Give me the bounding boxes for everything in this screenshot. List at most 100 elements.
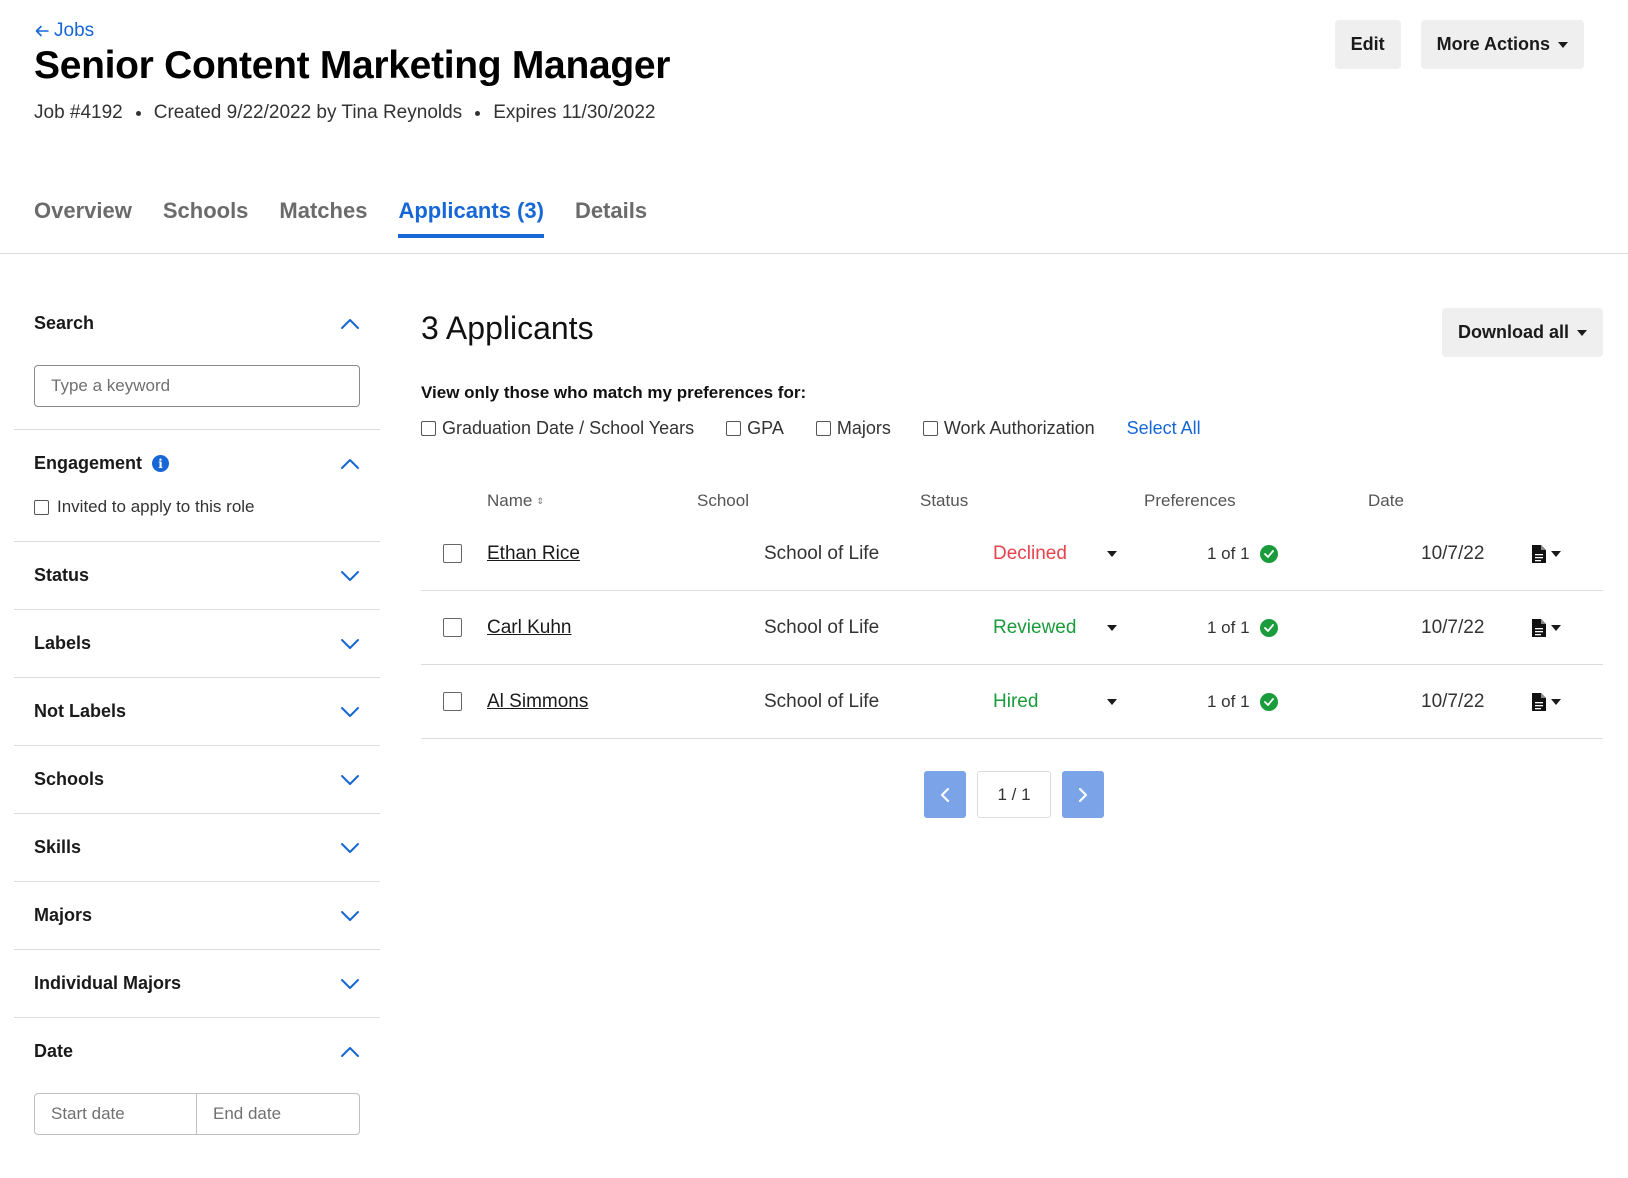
back-to-jobs-link[interactable]: Jobs xyxy=(34,20,670,42)
tab-overview[interactable]: Overview xyxy=(34,198,132,238)
more-actions-label: More Actions xyxy=(1436,34,1550,54)
table-header: Name ⇕ School Status Preferences Date xyxy=(421,491,1603,517)
status-dropdown[interactable]: Hired xyxy=(983,691,1202,713)
caret-down-icon xyxy=(1577,329,1587,336)
filter-title: Engagement i xyxy=(34,453,170,474)
filter-skills: Skills xyxy=(14,814,380,882)
filter-engagement-header[interactable]: Engagement i xyxy=(34,430,360,497)
filter-schools: Schools xyxy=(14,746,380,814)
pref-checkbox[interactable] xyxy=(922,421,938,436)
start-date-input[interactable] xyxy=(34,1093,197,1135)
filter-title: Individual Majors xyxy=(34,973,182,993)
invited-checkbox[interactable] xyxy=(34,499,49,515)
caret-down-icon xyxy=(1107,550,1117,557)
filter-schools-header[interactable]: Schools xyxy=(34,746,360,813)
select-all-link[interactable]: Select All xyxy=(1127,418,1201,439)
filter-majors: Majors xyxy=(14,882,380,950)
row-checkbox[interactable] xyxy=(443,544,462,563)
chevron-down-icon xyxy=(340,978,360,990)
filter-individual-majors-header[interactable]: Individual Majors xyxy=(34,950,360,1017)
invited-checkbox-label: Invited to apply to this role xyxy=(57,497,255,516)
next-page-button[interactable] xyxy=(1062,771,1104,818)
caret-down-icon xyxy=(1107,624,1117,631)
status-value: Reviewed xyxy=(993,616,1077,638)
applicant-name-link[interactable]: Carl Kuhn xyxy=(487,617,764,639)
preferences-label: View only those who match my preferences… xyxy=(421,383,807,402)
filter-skills-header[interactable]: Skills xyxy=(34,814,360,881)
tab-details[interactable]: Details xyxy=(575,198,647,238)
column-preferences: Preferences xyxy=(1144,491,1236,510)
pref-checkbox[interactable] xyxy=(421,421,436,436)
filter-labels: Labels xyxy=(14,610,380,678)
back-link-label[interactable]: Jobs xyxy=(54,20,94,42)
row-checkbox-cell xyxy=(421,544,487,563)
job-created: Created 9/22/2022 by Tina Reynolds xyxy=(153,102,463,123)
chevron-down-icon xyxy=(340,638,360,650)
filter-search-header[interactable]: Search xyxy=(34,290,360,357)
chevron-up-icon xyxy=(340,458,360,470)
pref-graduation-date[interactable]: Graduation Date / School Years xyxy=(421,418,694,439)
download-all-button[interactable]: Download all xyxy=(1441,308,1603,357)
chevron-down-icon xyxy=(340,910,360,922)
status-dropdown[interactable]: Declined xyxy=(983,543,1202,565)
page-indicator[interactable]: 1 / 1 xyxy=(977,771,1051,818)
pref-checkbox[interactable] xyxy=(726,421,742,436)
filter-date: Date xyxy=(14,1018,380,1135)
applicant-name-link[interactable]: Ethan Rice xyxy=(487,543,764,565)
document-icon xyxy=(1532,544,1546,563)
edit-button[interactable]: Edit xyxy=(1334,20,1401,69)
column-name[interactable]: Name ⇕ xyxy=(421,491,697,517)
check-circle-icon xyxy=(1259,618,1278,637)
filter-status: Status xyxy=(14,542,380,610)
row-checkbox[interactable] xyxy=(443,692,462,711)
download-all-label: Download all xyxy=(1457,322,1569,342)
column-status: Status xyxy=(920,491,969,510)
keyword-search-input[interactable] xyxy=(34,365,360,407)
filter-not-labels-header[interactable]: Not Labels xyxy=(34,678,360,745)
job-meta: Job #4192 Created 9/22/2022 by Tina Reyn… xyxy=(34,102,670,124)
tab-matches[interactable]: Matches xyxy=(279,198,367,238)
pref-checkbox[interactable] xyxy=(815,421,831,436)
filter-status-header[interactable]: Status xyxy=(34,542,360,609)
chevron-up-icon xyxy=(340,318,360,330)
pref-work-authorization[interactable]: Work Authorization xyxy=(922,418,1095,439)
filter-individual-majors: Individual Majors xyxy=(14,950,380,1018)
document-icon xyxy=(1532,692,1546,711)
more-actions-button[interactable]: More Actions xyxy=(1420,20,1584,69)
end-date-input[interactable] xyxy=(197,1093,360,1135)
preferences-match: 1 of 1 xyxy=(1202,544,1421,564)
invited-checkbox-row[interactable]: Invited to apply to this role xyxy=(34,497,360,517)
sort-icon[interactable]: ⇕ xyxy=(536,496,544,506)
filter-search: Search xyxy=(14,290,380,430)
separator-dot xyxy=(135,110,141,116)
pref-majors[interactable]: Majors xyxy=(815,418,891,439)
applied-date: 10/7/22 xyxy=(1421,542,1485,564)
filter-date-header[interactable]: Date xyxy=(34,1018,360,1085)
chevron-left-icon xyxy=(940,787,950,802)
tab-schools[interactable]: Schools xyxy=(163,198,249,238)
document-menu-button[interactable] xyxy=(1531,692,1561,712)
filter-majors-header[interactable]: Majors xyxy=(34,882,360,949)
filter-title: Status xyxy=(34,565,90,585)
tab-applicants[interactable]: Applicants (3) xyxy=(398,198,544,238)
job-tabs: Overview Schools Matches Applicants (3) … xyxy=(34,198,647,238)
info-icon[interactable]: i xyxy=(152,455,170,472)
document-menu-button[interactable] xyxy=(1531,618,1561,638)
document-menu-button[interactable] xyxy=(1531,544,1561,564)
filter-title-label: Engagement xyxy=(34,453,143,473)
table-row: Carl Kuhn School of Life Reviewed 1 of 1… xyxy=(421,591,1603,665)
chevron-up-icon xyxy=(340,1046,360,1058)
edit-button-label: Edit xyxy=(1350,34,1385,54)
filter-not-labels: Not Labels xyxy=(14,678,380,746)
chevron-down-icon xyxy=(340,842,360,854)
filter-title: Skills xyxy=(34,837,82,857)
row-checkbox[interactable] xyxy=(443,618,462,637)
pref-gpa[interactable]: GPA xyxy=(726,418,784,439)
filter-labels-header[interactable]: Labels xyxy=(34,610,360,677)
applicant-name-link[interactable]: Al Simmons xyxy=(487,691,764,713)
pagination: 1 / 1 xyxy=(421,771,1603,818)
filter-sidebar: Search Engagement i Invited to apply to … xyxy=(14,290,380,1145)
status-dropdown[interactable]: Reviewed xyxy=(983,617,1202,639)
previous-page-button[interactable] xyxy=(924,771,966,818)
caret-down-icon xyxy=(1551,624,1561,631)
